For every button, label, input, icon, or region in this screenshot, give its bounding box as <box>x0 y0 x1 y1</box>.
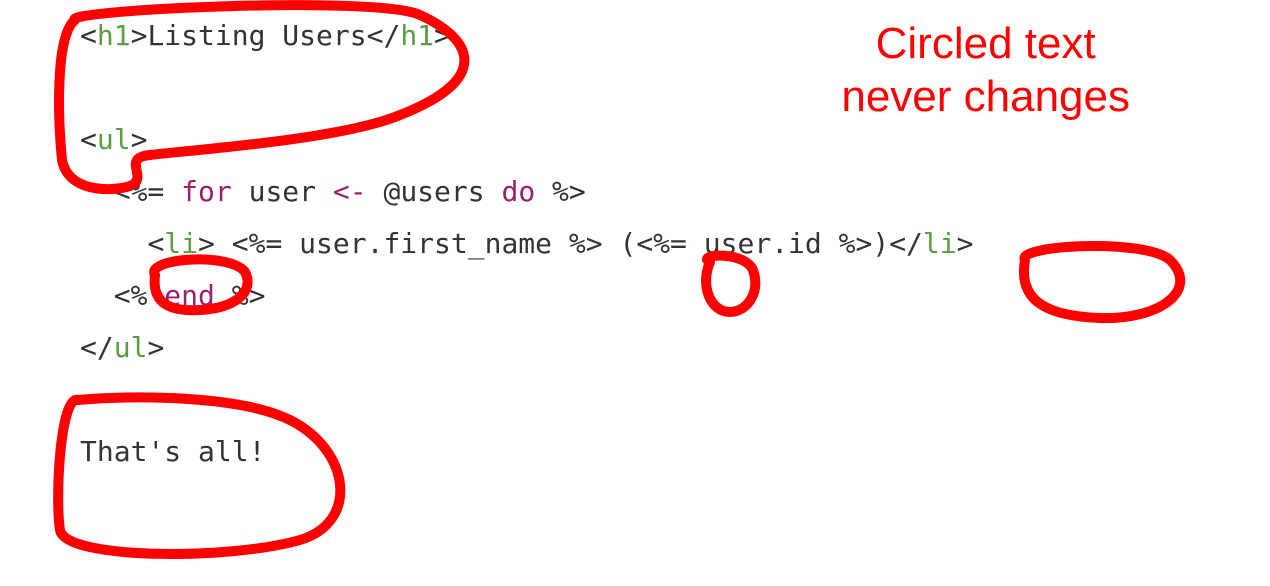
annotation-line-2: never changes <box>841 71 1130 124</box>
code-line-7: </ul> <box>80 331 164 364</box>
code-line-4: <%= for user <- @users do %> <box>80 175 586 208</box>
code-line-3: <ul> <box>80 123 147 156</box>
annotation-label: Circled text never changes <box>841 18 1130 124</box>
code-line-5: <li> <%= user.first_name %> (<%= user.id… <box>80 227 974 260</box>
code-line-6: <% end %> <box>80 279 265 312</box>
code-line-1: <h1>Listing Users</h1> <box>80 19 451 52</box>
circle-paren-close-and-li-close <box>1024 246 1180 318</box>
code-block: <h1>Listing Users</h1> <ul> <%= for user… <box>80 10 974 478</box>
annotation-line-1: Circled text <box>841 18 1130 71</box>
code-line-9: That's all! <box>80 435 265 468</box>
